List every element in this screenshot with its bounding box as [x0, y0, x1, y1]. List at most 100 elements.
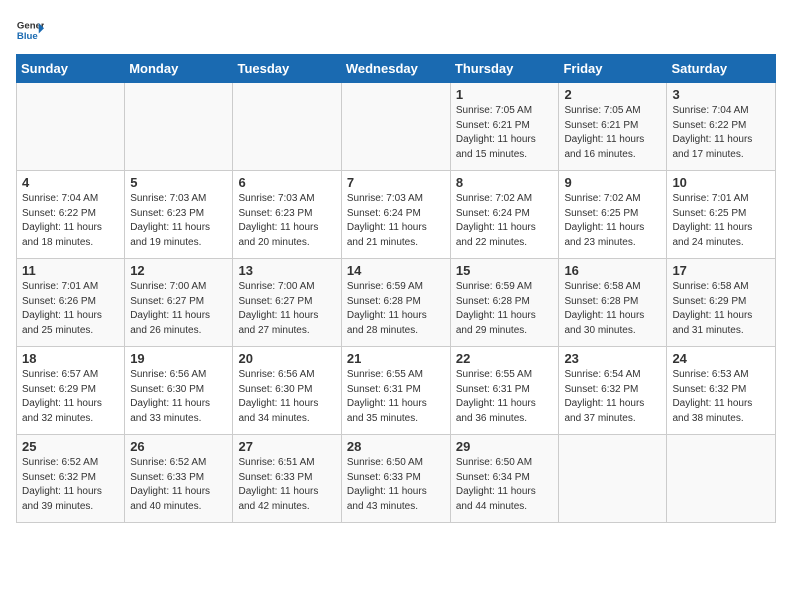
calendar-cell: 15 Sunrise: 6:59 AMSunset: 6:28 PMDayligh…	[450, 259, 559, 347]
day-sun-info: Sunrise: 6:57 AMSunset: 6:29 PMDaylight:…	[22, 368, 119, 426]
day-number: 2	[564, 87, 661, 102]
calendar-cell	[233, 83, 341, 171]
calendar-cell: 1 Sunrise: 7:05 AMSunset: 6:21 PMDaylight…	[450, 83, 559, 171]
day-number: 6	[238, 175, 335, 190]
day-number: 3	[672, 87, 770, 102]
calendar-cell: 25 Sunrise: 6:52 AMSunset: 6:32 PMDayligh…	[17, 435, 125, 523]
day-number: 25	[22, 439, 119, 454]
day-number: 28	[347, 439, 445, 454]
weekday-header-thursday: Thursday	[450, 55, 559, 83]
weekday-header-sunday: Sunday	[17, 55, 125, 83]
day-number: 9	[564, 175, 661, 190]
calendar-cell: 21Sunrise: 6:55 AMSunset: 6:31 PMDayligh…	[341, 347, 450, 435]
day-number: 1	[456, 87, 554, 102]
calendar-cell: 3 Sunrise: 7:04 AMSunset: 6:22 PMDaylight…	[667, 83, 776, 171]
logo-icon: General Blue	[16, 16, 44, 44]
calendar-cell: 7 Sunrise: 7:03 AMSunset: 6:24 PMDaylight…	[341, 171, 450, 259]
calendar-week-0: 1 Sunrise: 7:05 AMSunset: 6:21 PMDaylight…	[17, 83, 776, 171]
day-sun-info: Sunrise: 6:54 AMSunset: 6:32 PMDaylight:…	[564, 368, 661, 426]
day-sun-info: Sunrise: 7:04 AMSunset: 6:22 PMDaylight:…	[672, 104, 770, 162]
weekday-header-saturday: Saturday	[667, 55, 776, 83]
day-sun-info: Sunrise: 6:50 AMSunset: 6:34 PMDaylight:…	[456, 456, 554, 514]
day-number: 27	[238, 439, 335, 454]
calendar-cell: 2 Sunrise: 7:05 AMSunset: 6:21 PMDaylight…	[559, 83, 667, 171]
day-sun-info: Sunrise: 6:55 AMSunset: 6:31 PMDaylight:…	[456, 368, 554, 426]
day-sun-info: Sunrise: 6:56 AMSunset: 6:30 PMDaylight:…	[130, 368, 227, 426]
calendar-cell: 20 Sunrise: 6:56 AMSunset: 6:30 PMDayligh…	[233, 347, 341, 435]
day-sun-info: Sunrise: 6:50 AMSunset: 6:33 PMDaylight:…	[347, 456, 445, 514]
day-sun-info: Sunrise: 6:51 AMSunset: 6:33 PMDaylight:…	[238, 456, 335, 514]
day-number: 20	[238, 351, 335, 366]
day-sun-info: Sunrise: 7:03 AMSunset: 6:24 PMDaylight:…	[347, 192, 445, 250]
calendar-cell: 27 Sunrise: 6:51 AMSunset: 6:33 PMDayligh…	[233, 435, 341, 523]
day-sun-info: Sunrise: 7:04 AMSunset: 6:22 PMDaylight:…	[22, 192, 119, 250]
day-sun-info: Sunrise: 7:01 AMSunset: 6:25 PMDaylight:…	[672, 192, 770, 250]
day-number: 22	[456, 351, 554, 366]
day-number: 23	[564, 351, 661, 366]
day-sun-info: Sunrise: 6:52 AMSunset: 6:32 PMDaylight:…	[22, 456, 119, 514]
day-number: 18	[22, 351, 119, 366]
calendar-table: SundayMondayTuesdayWednesdayThursdayFrid…	[16, 54, 776, 523]
weekday-header-friday: Friday	[559, 55, 667, 83]
day-number: 14	[347, 263, 445, 278]
calendar-week-1: 4 Sunrise: 7:04 AMSunset: 6:22 PMDaylight…	[17, 171, 776, 259]
calendar-week-4: 25 Sunrise: 6:52 AMSunset: 6:32 PMDayligh…	[17, 435, 776, 523]
weekday-header-wednesday: Wednesday	[341, 55, 450, 83]
calendar-cell: 17 Sunrise: 6:58 AMSunset: 6:29 PMDayligh…	[667, 259, 776, 347]
day-sun-info: Sunrise: 7:02 AMSunset: 6:24 PMDaylight:…	[456, 192, 554, 250]
day-number: 7	[347, 175, 445, 190]
day-sun-info: Sunrise: 7:00 AMSunset: 6:27 PMDaylight:…	[238, 280, 335, 338]
day-sun-info: Sunrise: 6:53 AMSunset: 6:32 PMDaylight:…	[672, 368, 770, 426]
calendar-cell: 4 Sunrise: 7:04 AMSunset: 6:22 PMDaylight…	[17, 171, 125, 259]
calendar-cell	[559, 435, 667, 523]
day-number: 13	[238, 263, 335, 278]
day-number: 17	[672, 263, 770, 278]
calendar-cell	[341, 83, 450, 171]
calendar-cell: 5Sunrise: 7:03 AMSunset: 6:23 PMDaylight…	[125, 171, 233, 259]
day-sun-info: Sunrise: 6:56 AMSunset: 6:30 PMDaylight:…	[238, 368, 335, 426]
day-number: 4	[22, 175, 119, 190]
calendar-cell: 23 Sunrise: 6:54 AMSunset: 6:32 PMDayligh…	[559, 347, 667, 435]
day-sun-info: Sunrise: 7:01 AMSunset: 6:26 PMDaylight:…	[22, 280, 119, 338]
weekday-header-monday: Monday	[125, 55, 233, 83]
calendar-cell: 13 Sunrise: 7:00 AMSunset: 6:27 PMDayligh…	[233, 259, 341, 347]
day-sun-info: Sunrise: 6:59 AMSunset: 6:28 PMDaylight:…	[456, 280, 554, 338]
day-number: 11	[22, 263, 119, 278]
calendar-cell: 6 Sunrise: 7:03 AMSunset: 6:23 PMDaylight…	[233, 171, 341, 259]
day-number: 8	[456, 175, 554, 190]
page-header: General Blue	[16, 16, 776, 44]
calendar-cell: 16Sunrise: 6:58 AMSunset: 6:28 PMDayligh…	[559, 259, 667, 347]
svg-text:Blue: Blue	[17, 31, 38, 42]
day-sun-info: Sunrise: 6:58 AMSunset: 6:28 PMDaylight:…	[564, 280, 661, 338]
calendar-cell	[125, 83, 233, 171]
day-number: 26	[130, 439, 227, 454]
day-sun-info: Sunrise: 7:02 AMSunset: 6:25 PMDaylight:…	[564, 192, 661, 250]
day-sun-info: Sunrise: 6:58 AMSunset: 6:29 PMDaylight:…	[672, 280, 770, 338]
day-sun-info: Sunrise: 7:05 AMSunset: 6:21 PMDaylight:…	[456, 104, 554, 162]
day-number: 19	[130, 351, 227, 366]
calendar-cell: 19 Sunrise: 6:56 AMSunset: 6:30 PMDayligh…	[125, 347, 233, 435]
day-sun-info: Sunrise: 7:05 AMSunset: 6:21 PMDaylight:…	[564, 104, 661, 162]
logo: General Blue	[16, 16, 44, 44]
day-number: 5	[130, 175, 227, 190]
day-sun-info: Sunrise: 7:00 AMSunset: 6:27 PMDaylight:…	[130, 280, 227, 338]
calendar-cell: 10Sunrise: 7:01 AMSunset: 6:25 PMDayligh…	[667, 171, 776, 259]
calendar-cell: 22 Sunrise: 6:55 AMSunset: 6:31 PMDayligh…	[450, 347, 559, 435]
calendar-cell	[667, 435, 776, 523]
calendar-cell: 26 Sunrise: 6:52 AMSunset: 6:33 PMDayligh…	[125, 435, 233, 523]
day-number: 15	[456, 263, 554, 278]
calendar-cell: 14Sunrise: 6:59 AMSunset: 6:28 PMDayligh…	[341, 259, 450, 347]
calendar-week-2: 11 Sunrise: 7:01 AMSunset: 6:26 PMDayligh…	[17, 259, 776, 347]
weekday-header-tuesday: Tuesday	[233, 55, 341, 83]
calendar-cell: 12Sunrise: 7:00 AMSunset: 6:27 PMDayligh…	[125, 259, 233, 347]
calendar-cell: 24Sunrise: 6:53 AMSunset: 6:32 PMDayligh…	[667, 347, 776, 435]
day-number: 21	[347, 351, 445, 366]
calendar-cell: 8 Sunrise: 7:02 AMSunset: 6:24 PMDaylight…	[450, 171, 559, 259]
calendar-week-3: 18 Sunrise: 6:57 AMSunset: 6:29 PMDayligh…	[17, 347, 776, 435]
day-number: 29	[456, 439, 554, 454]
day-sun-info: Sunrise: 6:52 AMSunset: 6:33 PMDaylight:…	[130, 456, 227, 514]
calendar-cell	[17, 83, 125, 171]
day-sun-info: Sunrise: 7:03 AMSunset: 6:23 PMDaylight:…	[238, 192, 335, 250]
calendar-cell: 28 Sunrise: 6:50 AMSunset: 6:33 PMDayligh…	[341, 435, 450, 523]
weekday-header-row: SundayMondayTuesdayWednesdayThursdayFrid…	[17, 55, 776, 83]
